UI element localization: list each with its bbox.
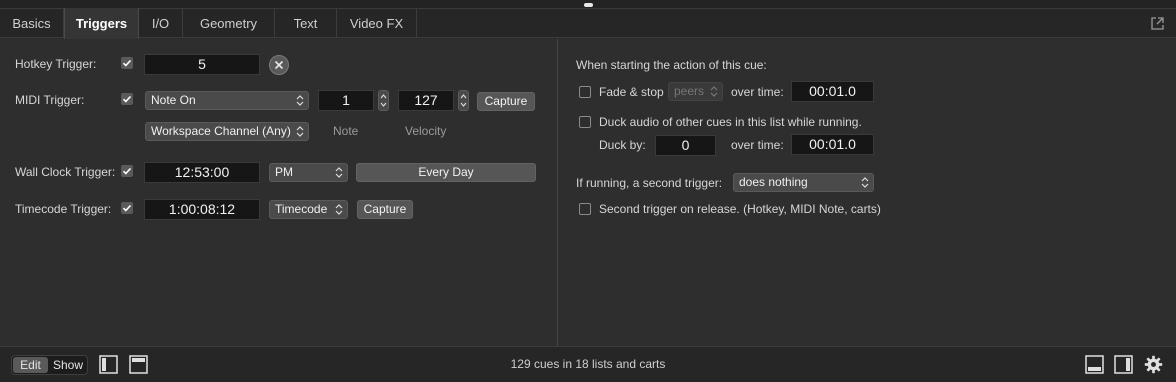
midi-velocity-field[interactable]: 127 xyxy=(398,90,454,111)
midi-message-type-select[interactable]: Note On xyxy=(145,91,309,110)
midi-channel-value: Workspace Channel (Any) xyxy=(151,124,291,138)
gear-icon[interactable] xyxy=(1144,355,1163,374)
wall-clock-time-field[interactable]: 12:53:00 xyxy=(144,162,260,183)
tab-basics[interactable]: Basics xyxy=(0,9,64,38)
velocity-caption: Velocity xyxy=(405,124,447,138)
panel-divider[interactable] xyxy=(557,39,558,346)
status-footer: Edit Show 129 cues in 18 lists and carts xyxy=(0,346,1176,382)
updown-arrows-icon xyxy=(710,86,718,97)
tab-geometry[interactable]: Geometry xyxy=(183,9,275,38)
am-pm-select[interactable]: PM xyxy=(269,163,348,182)
midi-note-stepper[interactable] xyxy=(378,90,389,111)
triggers-panel: Hotkey Trigger: 5 MIDI Trigger: Note On … xyxy=(0,39,1176,346)
tab-triggers[interactable]: Triggers xyxy=(64,8,139,39)
second-trigger-value: does nothing xyxy=(739,175,808,189)
timecode-format-value: Timecode xyxy=(275,202,328,216)
midi-capture-button[interactable]: Capture xyxy=(477,92,535,111)
close-icon xyxy=(274,60,284,70)
fade-stop-checkbox[interactable] xyxy=(579,86,591,98)
timecode-trigger-checkbox[interactable] xyxy=(121,202,133,214)
popout-icon[interactable] xyxy=(1151,17,1164,30)
second-trigger-label: If running, a second trigger: xyxy=(576,176,723,190)
midi-trigger-label: MIDI Trigger: xyxy=(15,93,85,107)
updown-arrows-icon xyxy=(335,167,343,178)
start-action-heading: When starting the action of this cue: xyxy=(576,58,767,72)
fade-over-time-label: over time: xyxy=(731,85,784,99)
hotkey-field[interactable]: 5 xyxy=(144,54,260,75)
duck-by-label: Duck by: xyxy=(599,138,646,152)
updown-arrows-icon xyxy=(861,177,869,188)
midi-velocity-stepper[interactable] xyxy=(458,90,469,111)
second-trigger-release-checkbox[interactable] xyxy=(579,203,591,215)
midi-message-type-value: Note On xyxy=(151,93,196,107)
duck-over-time-label: over time: xyxy=(731,138,784,152)
fade-target-value: peers xyxy=(674,84,705,98)
updown-arrows-icon xyxy=(296,95,304,106)
tab-text[interactable]: Text xyxy=(275,9,337,38)
duck-audio-checkbox[interactable] xyxy=(579,116,591,128)
fade-time-field[interactable]: 00:01.0 xyxy=(791,81,874,102)
resize-grip[interactable] xyxy=(584,3,593,7)
repeat-days-button[interactable]: Every Day xyxy=(356,163,536,182)
wall-clock-trigger-label: Wall Clock Trigger: xyxy=(15,165,116,179)
hotkey-trigger-checkbox[interactable] xyxy=(121,57,133,69)
window-top-bar xyxy=(0,0,1176,9)
wall-clock-trigger-checkbox[interactable] xyxy=(121,165,133,177)
tab-io[interactable]: I/O xyxy=(139,9,183,38)
timecode-field[interactable]: 1:00:08:12 xyxy=(144,199,260,220)
inspector-tab-bar: Basics Triggers I/O Geometry Text Video … xyxy=(0,8,1176,39)
toggle-lists-panel-icon[interactable] xyxy=(1114,355,1133,374)
midi-trigger-checkbox[interactable] xyxy=(121,93,133,105)
updown-arrows-icon xyxy=(296,126,304,137)
tab-video-fx[interactable]: Video FX xyxy=(337,9,417,38)
second-trigger-select[interactable]: does nothing xyxy=(733,173,874,192)
clear-hotkey-button[interactable] xyxy=(269,55,289,75)
cue-count-status: 129 cues in 18 lists and carts xyxy=(510,357,666,371)
duck-time-field[interactable]: 00:01.0 xyxy=(791,134,874,155)
timecode-capture-button[interactable]: Capture xyxy=(357,200,413,219)
note-caption: Note xyxy=(333,124,359,138)
fade-target-select[interactable]: peers xyxy=(668,82,723,101)
timecode-format-select[interactable]: Timecode xyxy=(269,200,348,219)
midi-note-field[interactable]: 1 xyxy=(318,90,374,111)
duck-audio-label: Duck audio of other cues in this list wh… xyxy=(599,115,862,129)
timecode-trigger-label: Timecode Trigger: xyxy=(15,202,112,216)
second-trigger-release-label: Second trigger on release. (Hotkey, MIDI… xyxy=(599,202,881,216)
updown-arrows-icon xyxy=(335,204,343,215)
duck-by-field[interactable]: 0 xyxy=(655,135,716,156)
fade-stop-label: Fade & stop xyxy=(599,85,664,99)
am-pm-value: PM xyxy=(275,165,293,179)
hotkey-trigger-label: Hotkey Trigger: xyxy=(15,57,97,71)
midi-channel-select[interactable]: Workspace Channel (Any) xyxy=(145,122,309,141)
toggle-inspector-icon[interactable] xyxy=(1085,355,1104,374)
